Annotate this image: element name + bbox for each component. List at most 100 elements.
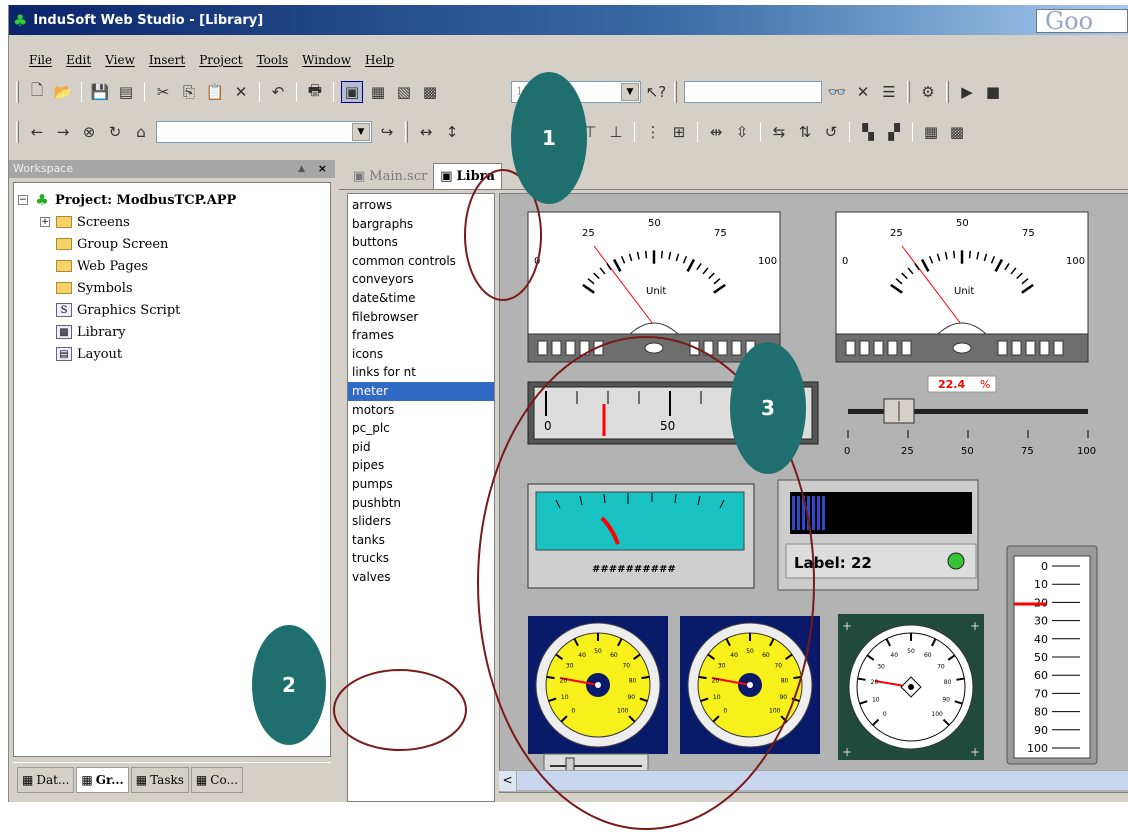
expand-icon[interactable]: + (40, 217, 50, 227)
workspace-tab-0[interactable]: ▦ Dat... (17, 766, 75, 793)
percent-slider[interactable]: 22.4 % 0 25 50 75 100 (844, 375, 1096, 457)
tree-item-7[interactable]: ▤ Layout (18, 343, 330, 365)
workspace-tab-1[interactable]: ▦ Gr... (76, 766, 129, 793)
chevron-down-icon[interactable]: ▼ (621, 83, 639, 101)
image-icon[interactable]: ▧ (393, 81, 415, 103)
category-item[interactable]: date&time (348, 289, 494, 308)
workspace-tab-3[interactable]: ▦ Co... (190, 766, 243, 793)
analog-meter-2[interactable]: Unit 0 25 50 75 100 (835, 211, 1089, 363)
tree-item-1[interactable]: + Screens (18, 211, 330, 233)
distribute-icon[interactable]: ⋮ (642, 121, 664, 143)
open-icon[interactable]: 📂 (52, 81, 74, 103)
menu-file[interactable]: File (29, 53, 52, 67)
category-item[interactable]: arrows (348, 196, 494, 215)
menu-edit[interactable]: Edit (66, 53, 91, 67)
category-item[interactable]: sliders (348, 512, 494, 531)
group-icon[interactable]: ⊞ (668, 121, 690, 143)
menu-tools[interactable]: Tools (257, 53, 289, 67)
category-item[interactable]: pc_plc (348, 419, 494, 438)
delete-icon[interactable]: ✕ (230, 81, 252, 103)
category-item[interactable]: tanks (348, 531, 494, 550)
chevron-down-icon[interactable]: ▼ (352, 123, 370, 141)
category-item[interactable]: motors (348, 401, 494, 420)
undo-icon[interactable]: ↶ (267, 81, 289, 103)
cyan-panel-meter[interactable]: ########## (527, 483, 755, 589)
menu-help[interactable]: Help (365, 53, 394, 67)
verify-icon[interactable]: ⚙ (917, 81, 939, 103)
category-item[interactable]: trucks (348, 549, 494, 568)
category-item[interactable]: buttons (348, 233, 494, 252)
flip-horizontal-icon[interactable]: ⇆ (768, 121, 790, 143)
help-pointer-icon[interactable]: ↖? (645, 81, 667, 103)
category-item[interactable]: pumps (348, 475, 494, 494)
cross-reference-icon[interactable]: ✕ (852, 81, 874, 103)
category-item[interactable]: pid (348, 438, 494, 457)
doc-tab-0[interactable]: ▣ Main.scr (347, 163, 433, 189)
category-item[interactable]: conveyors (348, 270, 494, 289)
doc-tab-1[interactable]: ▣ Libra (433, 163, 502, 189)
horizontal-scrollbar[interactable]: < (499, 770, 1128, 791)
workspace-tab-2[interactable]: ▦ Tasks (130, 766, 189, 793)
expand-icon[interactable]: − (18, 195, 28, 205)
rotate-icon[interactable]: ↺ (820, 121, 842, 143)
tree-item-3[interactable]: Web Pages (18, 255, 330, 277)
label-panel[interactable]: Label: 22 (777, 479, 979, 591)
back-arrow-icon[interactable]: ← (26, 121, 48, 143)
tree-item-2[interactable]: Group Screen (18, 233, 330, 255)
grid-icon[interactable]: ▦ (920, 121, 942, 143)
space-vertical-icon[interactable]: ⇳ (731, 121, 753, 143)
new-icon[interactable]: 🗋 (26, 81, 48, 103)
category-item[interactable]: filebrowser (348, 308, 494, 327)
category-item[interactable]: frames (348, 326, 494, 345)
save-all-icon[interactable]: ▤ (115, 81, 137, 103)
scroll-left-icon[interactable]: < (499, 771, 517, 791)
menu-project[interactable]: Project (199, 53, 242, 67)
list-icon[interactable]: ☰ (878, 81, 900, 103)
title-bar[interactable]: ♣ InduSoft Web Studio - [Library] (9, 5, 1128, 35)
cut-icon[interactable]: ✂ (152, 81, 174, 103)
copy-icon[interactable]: ⎘ (178, 81, 200, 103)
forward-arrow-icon[interactable]: → (52, 121, 74, 143)
print-icon[interactable]: 🖶 (304, 81, 326, 103)
vertical-gauge[interactable]: 0102030405060708090100 (1006, 545, 1098, 765)
menu-view[interactable]: View (105, 53, 135, 67)
save-icon[interactable]: 💾 (89, 81, 111, 103)
refresh-icon[interactable]: ↻ (104, 121, 126, 143)
tree-item-5[interactable]: S Graphics Script (18, 299, 330, 321)
send-back-icon[interactable]: ▞ (883, 121, 905, 143)
run-icon[interactable]: ▶ (956, 81, 978, 103)
close-icon[interactable]: × (318, 160, 327, 178)
url-combo[interactable]: ▼ (156, 121, 372, 143)
screen-view-icon[interactable]: ▣ (341, 81, 363, 103)
category-item[interactable]: meter (348, 381, 494, 401)
bring-front-icon[interactable]: ▚ (857, 121, 879, 143)
width-icon[interactable]: ↔ (415, 121, 437, 143)
menu-window[interactable]: Window (302, 53, 351, 67)
library-toolbar-icon[interactable]: ▩ (419, 81, 441, 103)
snap-icon[interactable]: ▩ (946, 121, 968, 143)
analog-meter-1[interactable]: Unit 0 25 50 75 100 (527, 211, 781, 363)
tree-item-0[interactable]: − ♣ Project: ModbusTCP.APP (18, 189, 330, 211)
stop-circle-icon[interactable]: ⊗ (78, 121, 100, 143)
category-item[interactable]: pipes (348, 456, 494, 475)
paste-icon[interactable]: 📋 (204, 81, 226, 103)
category-item[interactable]: links for nt (348, 363, 494, 382)
category-item[interactable]: bargraphs (348, 215, 494, 234)
category-item[interactable]: common controls (348, 252, 494, 271)
category-item[interactable]: valves (348, 568, 494, 587)
menu-insert[interactable]: Insert (149, 53, 185, 67)
stop-icon[interactable]: ■ (982, 81, 1004, 103)
tags-icon[interactable]: ▦ (367, 81, 389, 103)
height-icon[interactable]: ↕ (441, 121, 463, 143)
go-icon[interactable]: ↪ (376, 121, 398, 143)
pin-icon[interactable]: ▲ (298, 160, 305, 178)
tree-item-6[interactable]: ▩ Library (18, 321, 330, 343)
home-icon[interactable]: ⌂ (130, 121, 152, 143)
category-item[interactable]: icons (348, 345, 494, 364)
flip-vertical-icon[interactable]: ⇅ (794, 121, 816, 143)
google-search-box[interactable]: Goo (1036, 9, 1128, 33)
tree-item-4[interactable]: Symbols (18, 277, 330, 299)
binoculars-icon[interactable]: 👓 (826, 81, 848, 103)
space-horizontal-icon[interactable]: ⇹ (705, 121, 727, 143)
align-bottom-icon[interactable]: ⊥ (605, 121, 627, 143)
